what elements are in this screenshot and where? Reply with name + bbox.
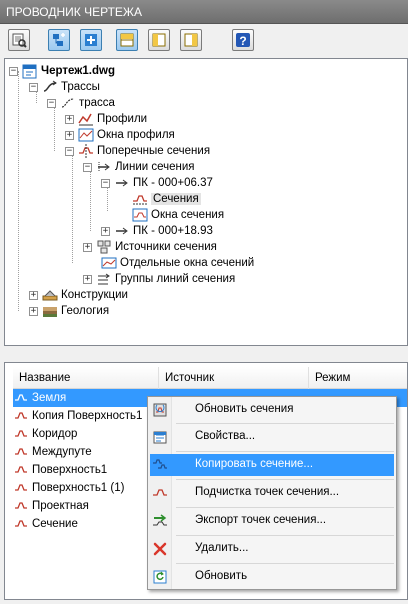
sample-line-icon	[114, 175, 130, 191]
menu-item-copy-section[interactable]: Копировать сечение...	[150, 454, 394, 476]
window-title: ПРОВОДНИК ЧЕРТЕЖА	[0, 0, 408, 24]
layout-horizontal-button[interactable]	[116, 29, 138, 51]
drawing-tree: − Чертеж1.dwg − Трассы − трасса + Профил…	[4, 58, 408, 346]
section-icon	[13, 480, 29, 496]
find-button[interactable]	[8, 29, 30, 51]
tree-view-button[interactable]	[48, 29, 70, 51]
menu-item-section-cleanup[interactable]: Подчистка точек сечения...	[150, 482, 394, 504]
section-sources-icon	[96, 239, 112, 255]
separate-views-icon	[101, 255, 117, 271]
layout-horizontal-icon	[120, 33, 134, 47]
tree-item-section-sources[interactable]: + Источники сечения	[83, 239, 217, 255]
line-groups-icon	[96, 271, 112, 287]
tree-view-alt-icon	[85, 34, 97, 46]
cross-sections-icon	[78, 143, 94, 159]
tree-root[interactable]: − Чертеж1.dwg	[9, 63, 115, 79]
copy-section-icon	[152, 457, 168, 473]
menu-item-refresh[interactable]: Обновить	[150, 566, 394, 588]
toolbar: ?	[0, 24, 408, 58]
sample-line-icon	[114, 223, 130, 239]
update-sections-icon	[152, 402, 168, 418]
export-points-icon	[152, 513, 168, 529]
tree-item-section-views[interactable]: Окна сечения	[132, 207, 224, 223]
menu-item-properties[interactable]: Свойства...	[150, 426, 394, 448]
section-icon	[13, 390, 29, 406]
column-header-source[interactable]: Источник	[159, 367, 309, 389]
menu-item-delete[interactable]: Удалить...	[150, 538, 394, 560]
column-header-mode[interactable]: Режим	[309, 367, 407, 389]
context-menu: Обновить сечения Свойства... Копировать …	[147, 396, 397, 590]
tree-item-construction[interactable]: + Конструкции	[29, 287, 128, 303]
tree-item-geology[interactable]: + Геология	[29, 303, 109, 319]
section-icon	[13, 444, 29, 460]
tree-item-sample-lines[interactable]: − Линии сечения	[83, 159, 195, 175]
sample-lines-icon	[96, 159, 112, 175]
tree-item-line-groups[interactable]: + Группы линий сечения	[83, 271, 235, 287]
construction-icon	[42, 287, 58, 303]
geology-icon	[42, 303, 58, 319]
menu-item-update-sections[interactable]: Обновить сечения	[150, 399, 394, 421]
section-icon	[13, 516, 29, 532]
tree-item-alignments[interactable]: − Трассы	[29, 79, 100, 95]
drawing-icon	[22, 63, 38, 79]
section-icon	[13, 498, 29, 514]
svg-text:?: ?	[239, 34, 246, 48]
panel-splitter[interactable]	[0, 346, 408, 362]
tree-item-section-items[interactable]: Сечения	[132, 191, 201, 207]
help-button[interactable]: ?	[232, 29, 254, 51]
menu-item-export-points[interactable]: Экспорт точек сечения...	[150, 510, 394, 532]
column-header-name[interactable]: Название	[13, 367, 159, 389]
tree-view-alt-button[interactable]	[80, 29, 102, 51]
tree-item-separate-views[interactable]: Отдельные окна сечений	[101, 255, 254, 271]
delete-icon	[152, 541, 168, 557]
refresh-icon	[152, 569, 168, 585]
tree-item-station-1[interactable]: − ПК - 000+06.37	[101, 175, 213, 191]
alignments-icon	[42, 79, 58, 95]
help-icon: ?	[236, 33, 250, 48]
layout-vertical-button[interactable]	[148, 29, 170, 51]
section-icon	[13, 426, 29, 442]
section-icon	[132, 191, 148, 207]
section-icon	[13, 408, 29, 424]
profiles-icon	[78, 111, 94, 127]
properties-icon	[152, 429, 168, 445]
tree-item-sections[interactable]: − Поперечные сечения	[65, 143, 210, 159]
section-cleanup-icon	[152, 485, 168, 501]
list-header: Название Источник Режим	[13, 367, 407, 389]
tree-view-icon	[53, 33, 65, 46]
tree-item-profile-views[interactable]: + Окна профиля	[65, 127, 175, 143]
tree-root-label: Чертеж1.dwg	[41, 65, 115, 77]
section-views-icon	[132, 207, 148, 223]
layout-vertical-icon	[152, 33, 166, 47]
alignment-icon	[60, 95, 76, 111]
profile-views-icon	[78, 127, 94, 143]
layout-vertical-alt-icon	[184, 33, 198, 47]
tree-item-profiles[interactable]: + Профили	[65, 111, 147, 127]
find-icon	[12, 33, 27, 48]
section-icon	[13, 462, 29, 478]
tree-item-station-2[interactable]: + ПК - 000+18.93	[101, 223, 213, 239]
layout-vertical-alt-button[interactable]	[180, 29, 202, 51]
tree-item-alignment[interactable]: − трасса	[47, 95, 115, 111]
